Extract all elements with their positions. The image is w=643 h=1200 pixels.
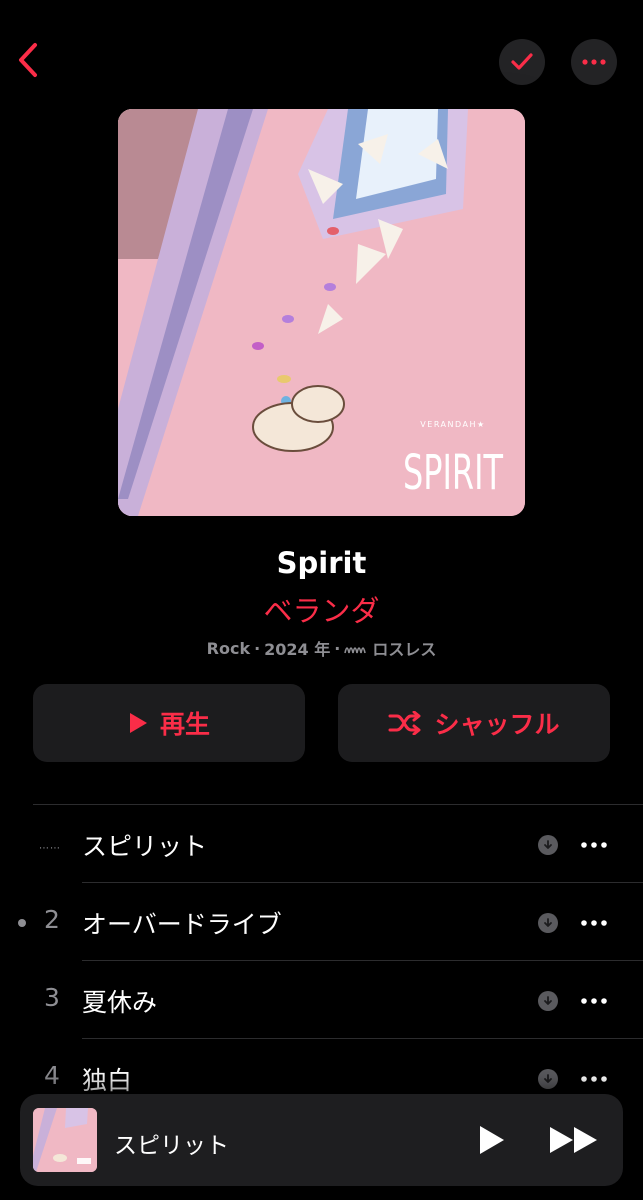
art-brand-text: VERANDAH★ — [420, 420, 485, 429]
more-options-button[interactable] — [571, 39, 617, 85]
download-icon — [544, 918, 552, 927]
mini-player-title: スピリット — [114, 1133, 229, 1159]
play-icon — [480, 1126, 504, 1154]
art-title-text: SPIRIT — [403, 445, 503, 501]
quality-text: ロスレス — [372, 640, 437, 659]
track-options-button[interactable] — [578, 1065, 610, 1093]
track-options-button[interactable] — [578, 831, 610, 859]
shuffle-icon — [388, 711, 421, 735]
ellipsis-icon — [581, 998, 607, 1004]
track-title: スピリット — [82, 832, 208, 861]
ellipsis-icon — [581, 1076, 607, 1082]
fast-forward-icon — [550, 1127, 597, 1153]
shuffle-button[interactable]: シャッフル — [338, 684, 610, 762]
track-number: 4 — [44, 1061, 60, 1090]
track-title: 夏休み — [82, 988, 158, 1017]
download-icon — [544, 1074, 552, 1083]
play-icon — [129, 713, 147, 733]
track-number: 2 — [44, 905, 60, 934]
lossless-icon — [344, 647, 367, 654]
track-number: 3 — [44, 983, 60, 1012]
now-playing-indicator: ⋯⋯ — [39, 843, 61, 854]
play-button[interactable]: 再生 — [33, 684, 305, 762]
mini-forward-button[interactable] — [546, 1120, 602, 1160]
track-title: 独白 — [82, 1066, 133, 1095]
download-button[interactable] — [538, 913, 558, 933]
top-bar — [0, 0, 643, 120]
track-title: オーバードライブ — [82, 910, 282, 939]
meta-separator: · — [334, 638, 341, 658]
download-button[interactable] — [538, 1069, 558, 1089]
download-button[interactable] — [538, 835, 558, 855]
in-library-button[interactable] — [499, 39, 545, 85]
track-options-button[interactable] — [578, 909, 610, 937]
track-options-button[interactable] — [578, 987, 610, 1015]
download-button[interactable] — [538, 991, 558, 1011]
track-row[interactable]: ⋯⋯ スピリット — [0, 805, 643, 883]
shuffle-label: シャッフル — [434, 710, 560, 739]
ellipsis-icon — [581, 920, 607, 926]
year-text: 2024 年 — [264, 640, 331, 659]
album-artwork: VERANDAH★ SPIRIT — [118, 109, 525, 516]
back-button[interactable] — [6, 38, 50, 82]
checkmark-icon — [511, 53, 533, 70]
mini-play-button[interactable] — [472, 1120, 512, 1160]
download-icon — [544, 996, 552, 1005]
artist-link[interactable]: ベランダ — [0, 588, 643, 630]
mini-player[interactable]: スピリット — [20, 1094, 623, 1186]
play-label: 再生 — [159, 710, 210, 739]
ellipsis-icon — [582, 59, 606, 65]
chevron-left-icon — [19, 43, 37, 77]
download-icon — [544, 840, 552, 849]
track-row[interactable]: 2 オーバードライブ — [0, 883, 643, 961]
album-title: Spirit — [276, 546, 367, 580]
genre-text: Rock — [206, 638, 251, 658]
new-track-dot — [18, 919, 26, 927]
album-meta: Rock · 2024 年 · ロスレス — [0, 636, 643, 660]
meta-separator: · — [254, 638, 261, 658]
mini-player-artwork — [33, 1108, 97, 1172]
ellipsis-icon — [581, 842, 607, 848]
track-row[interactable]: 3 夏休み — [0, 961, 643, 1039]
